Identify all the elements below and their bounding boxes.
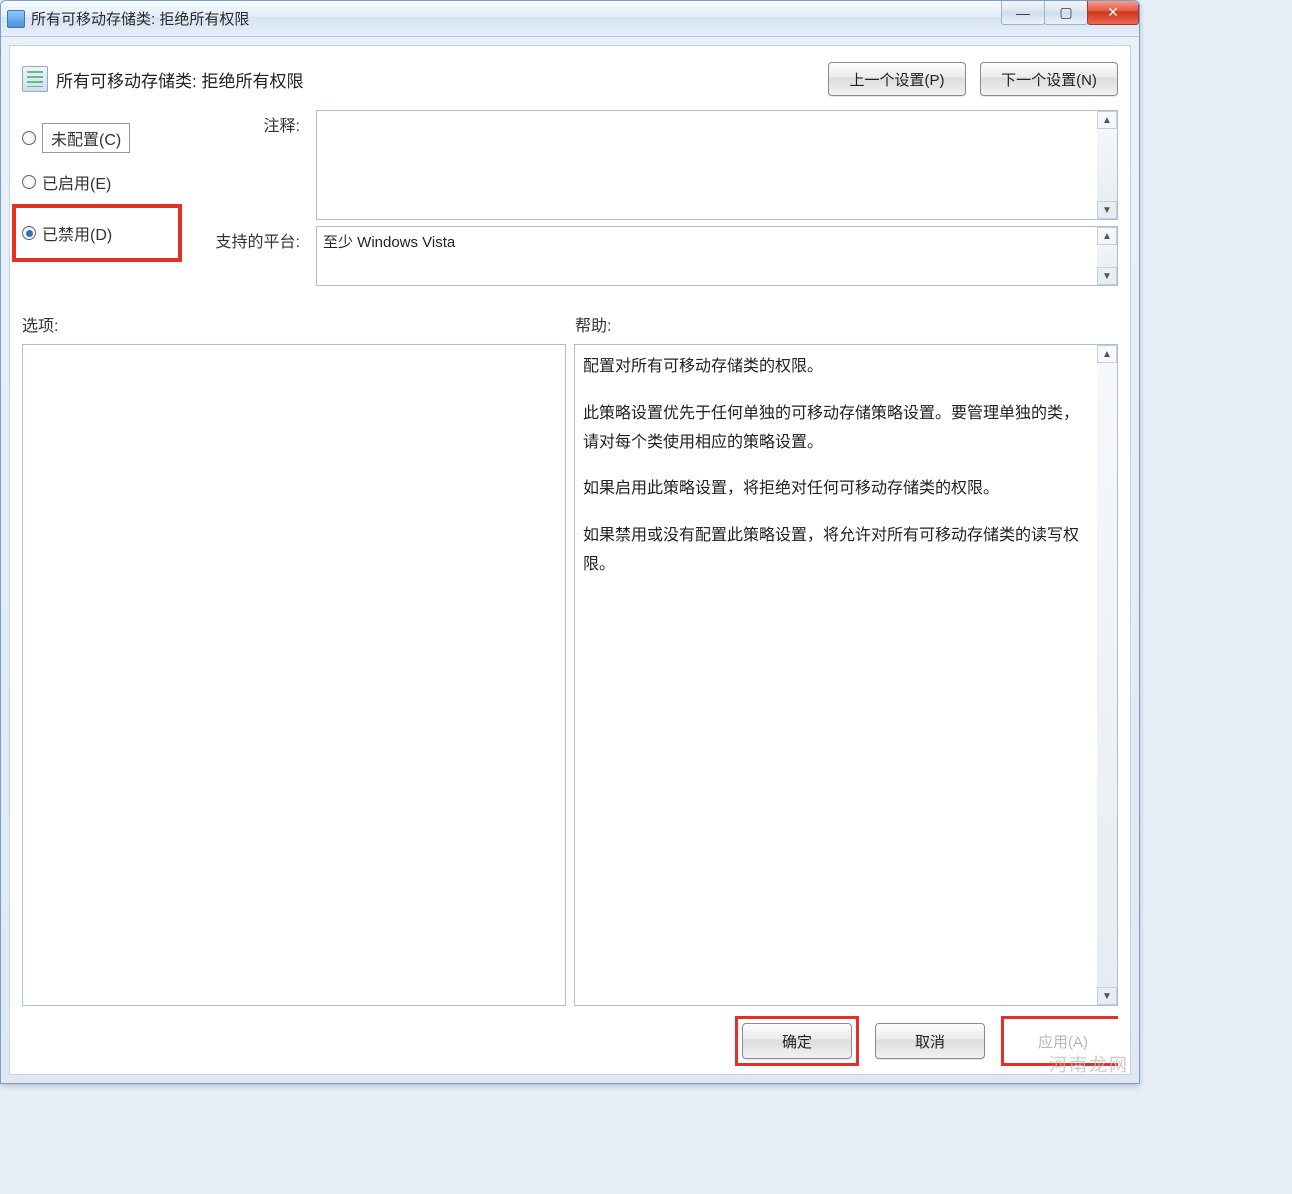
content-area: 所有可移动存储类: 拒绝所有权限 上一个设置(P) 下一个设置(N) 未配置(C… bbox=[9, 45, 1131, 1075]
apply-button[interactable]: 应用(A) bbox=[1008, 1023, 1118, 1059]
radio-disabled-indicator bbox=[22, 226, 36, 240]
window-title: 所有可移动存储类: 拒绝所有权限 bbox=[31, 8, 249, 29]
titlebar: 所有可移动存储类: 拒绝所有权限 — ▢ ✕ bbox=[1, 1, 1139, 37]
supported-label: 支持的平台: bbox=[196, 226, 306, 252]
scroll-up-icon[interactable]: ▲ bbox=[1097, 111, 1117, 129]
window-controls: — ▢ ✕ bbox=[1002, 1, 1139, 25]
help-paragraph-4: 如果禁用或没有配置此策略设置，将允许对所有可移动存储类的读写权限。 bbox=[583, 522, 1093, 580]
policy-icon bbox=[22, 66, 48, 92]
help-paragraph-1: 配置对所有可移动存储类的权限。 bbox=[583, 353, 1093, 382]
comment-scrollbar[interactable]: ▲ ▼ bbox=[1097, 111, 1117, 219]
comment-row: 注释: ▲ ▼ bbox=[196, 110, 1118, 220]
header-left: 所有可移动存储类: 拒绝所有权限 bbox=[22, 66, 303, 92]
radio-not-configured-indicator bbox=[22, 131, 36, 145]
config-area: 未配置(C) 已启用(E) 已禁用(D) 注释: bbox=[22, 110, 1118, 292]
help-label: 帮助: bbox=[575, 312, 1118, 336]
nav-buttons: 上一个设置(P) 下一个设置(N) bbox=[828, 62, 1118, 96]
supported-row: 支持的平台: 至少 Windows Vista ▲ ▼ bbox=[196, 226, 1118, 286]
help-paragraph-3: 如果启用此策略设置，将拒绝对任何可移动存储类的权限。 bbox=[583, 475, 1093, 504]
maximize-button[interactable]: ▢ bbox=[1044, 1, 1088, 25]
header-row: 所有可移动存储类: 拒绝所有权限 上一个设置(P) 下一个设置(N) bbox=[22, 58, 1118, 110]
app-icon bbox=[7, 10, 25, 28]
previous-setting-button[interactable]: 上一个设置(P) bbox=[828, 62, 966, 96]
scroll-up-icon[interactable]: ▲ bbox=[1097, 227, 1117, 245]
scroll-down-icon[interactable]: ▼ bbox=[1097, 987, 1117, 1005]
help-panel: 配置对所有可移动存储类的权限。 此策略设置优先于任何单独的可移动存储策略设置。要… bbox=[574, 344, 1118, 1006]
close-button[interactable]: ✕ bbox=[1087, 1, 1139, 25]
cancel-button-label: 取消 bbox=[915, 1034, 945, 1051]
apply-button-label: 应用(A) bbox=[1038, 1031, 1088, 1052]
state-radio-group: 未配置(C) 已启用(E) 已禁用(D) bbox=[22, 110, 182, 262]
meta-fields: 注释: ▲ ▼ 支持的平台: 至少 Windows Vista ▲ bbox=[196, 110, 1118, 292]
radio-not-configured-label: 未配置(C) bbox=[42, 123, 130, 153]
options-panel bbox=[22, 344, 566, 1006]
supported-box: 至少 Windows Vista ▲ ▼ bbox=[316, 226, 1118, 286]
comment-label: 注释: bbox=[196, 110, 306, 136]
next-setting-label: 下一个设置(N) bbox=[1001, 72, 1097, 89]
policy-title: 所有可移动存储类: 拒绝所有权限 bbox=[56, 67, 303, 92]
radio-not-configured[interactable]: 未配置(C) bbox=[22, 116, 182, 160]
minimize-button[interactable]: — bbox=[1001, 1, 1045, 25]
ok-button-highlight: 确定 bbox=[735, 1016, 859, 1066]
help-scrollbar[interactable]: ▲ ▼ bbox=[1097, 345, 1117, 1005]
panels-row: 配置对所有可移动存储类的权限。 此策略设置优先于任何单独的可移动存储策略设置。要… bbox=[22, 344, 1118, 1006]
comment-textarea[interactable]: ▲ ▼ bbox=[316, 110, 1118, 220]
radio-disabled-label: 已禁用(D) bbox=[42, 221, 112, 245]
radio-enabled-label: 已启用(E) bbox=[42, 170, 111, 194]
scroll-down-icon[interactable]: ▼ bbox=[1097, 201, 1117, 219]
policy-editor-window: 所有可移动存储类: 拒绝所有权限 — ▢ ✕ 所有可移动存储类: 拒绝所有权限 … bbox=[0, 0, 1140, 1084]
radio-disabled-highlight: 已禁用(D) bbox=[12, 204, 182, 262]
ok-button[interactable]: 确定 bbox=[742, 1023, 852, 1059]
radio-enabled[interactable]: 已启用(E) bbox=[22, 160, 182, 204]
supported-value: 至少 Windows Vista bbox=[323, 234, 455, 251]
radio-disabled[interactable]: 已禁用(D) bbox=[22, 221, 112, 245]
footer-buttons: 确定 取消 应用(A) bbox=[22, 1016, 1118, 1066]
radio-enabled-indicator bbox=[22, 175, 36, 189]
section-labels: 选项: 帮助: bbox=[22, 312, 1118, 336]
help-paragraph-2: 此策略设置优先于任何单独的可移动存储策略设置。要管理单独的类，请对每个类使用相应… bbox=[583, 400, 1093, 458]
previous-setting-label: 上一个设置(P) bbox=[850, 72, 945, 89]
next-setting-button[interactable]: 下一个设置(N) bbox=[980, 62, 1118, 96]
scroll-up-icon[interactable]: ▲ bbox=[1097, 345, 1117, 363]
apply-button-highlight: 应用(A) bbox=[1001, 1016, 1118, 1066]
cancel-button[interactable]: 取消 bbox=[875, 1023, 985, 1059]
options-label: 选项: bbox=[22, 312, 565, 336]
scroll-down-icon[interactable]: ▼ bbox=[1097, 267, 1117, 285]
ok-button-label: 确定 bbox=[782, 1034, 812, 1051]
supported-scrollbar[interactable]: ▲ ▼ bbox=[1097, 227, 1117, 285]
